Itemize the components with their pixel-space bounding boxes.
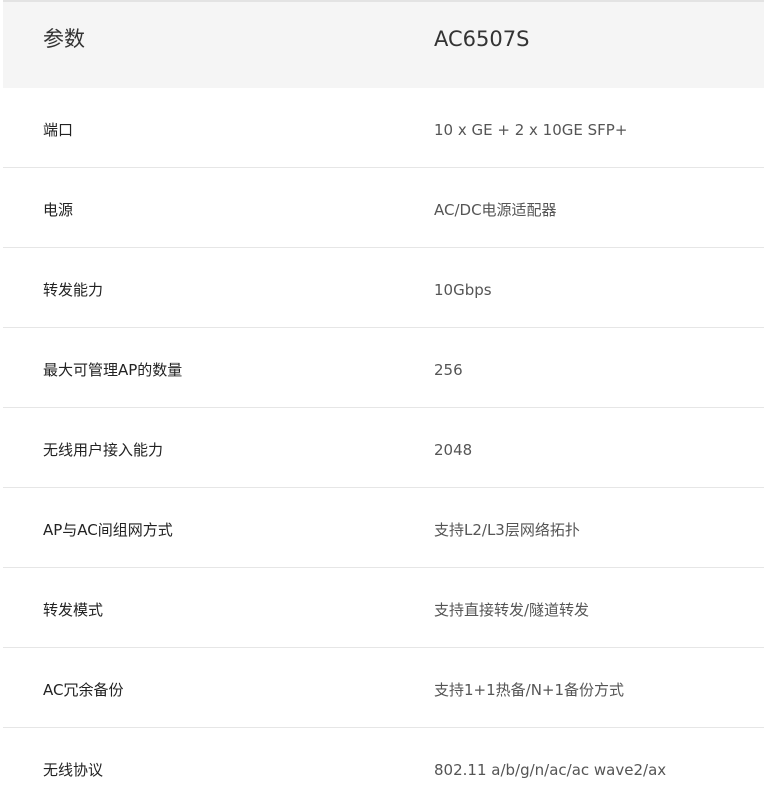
table-row: 转发模式 支持直接转发/隧道转发	[3, 568, 764, 648]
row-param: 无线协议	[43, 761, 104, 779]
table-row: AP与AC间组网方式 支持L2/L3层网络拓扑	[3, 488, 764, 568]
table-row: 端口 10 x GE + 2 x 10GE SFP+	[3, 88, 764, 168]
table-row: 电源 AC/DC电源适配器	[3, 168, 764, 248]
row-param: AP与AC间组网方式	[43, 521, 173, 539]
row-param: AC冗余备份	[43, 681, 124, 699]
row-value: 2048	[434, 441, 473, 459]
header-param-label: 参数	[43, 27, 85, 51]
row-param: 无线用户接入能力	[43, 441, 164, 459]
row-param: 最大可管理AP的数量	[43, 361, 183, 379]
row-param: 电源	[43, 201, 74, 219]
table-row: 最大可管理AP的数量 256	[3, 328, 764, 408]
table-row: 转发能力 10Gbps	[3, 248, 764, 328]
table-row: 无线协议 802.11 a/b/g/n/ac/ac wave2/ax	[3, 728, 764, 808]
row-param: 转发模式	[43, 601, 104, 619]
row-param: 端口	[43, 121, 74, 139]
row-value: 支持直接转发/隧道转发	[434, 601, 590, 619]
table-row: 无线用户接入能力 2048	[3, 408, 764, 488]
spec-table: 参数 AC6507S 端口 10 x GE + 2 x 10GE SFP+ 电源…	[3, 0, 764, 808]
row-value: 256	[434, 361, 463, 379]
row-value: 支持L2/L3层网络拓扑	[434, 521, 580, 539]
row-value: 10 x GE + 2 x 10GE SFP+	[434, 121, 628, 139]
row-value: 支持1+1热备/N+1备份方式	[434, 681, 625, 699]
header-model-label: AC6507S	[434, 27, 530, 51]
row-value: 802.11 a/b/g/n/ac/ac wave2/ax	[434, 761, 667, 779]
table-row: AC冗余备份 支持1+1热备/N+1备份方式	[3, 648, 764, 728]
row-value: 10Gbps	[434, 281, 492, 299]
row-param: 转发能力	[43, 281, 104, 299]
row-value: AC/DC电源适配器	[434, 201, 557, 219]
table-header: 参数 AC6507S	[3, 0, 764, 88]
